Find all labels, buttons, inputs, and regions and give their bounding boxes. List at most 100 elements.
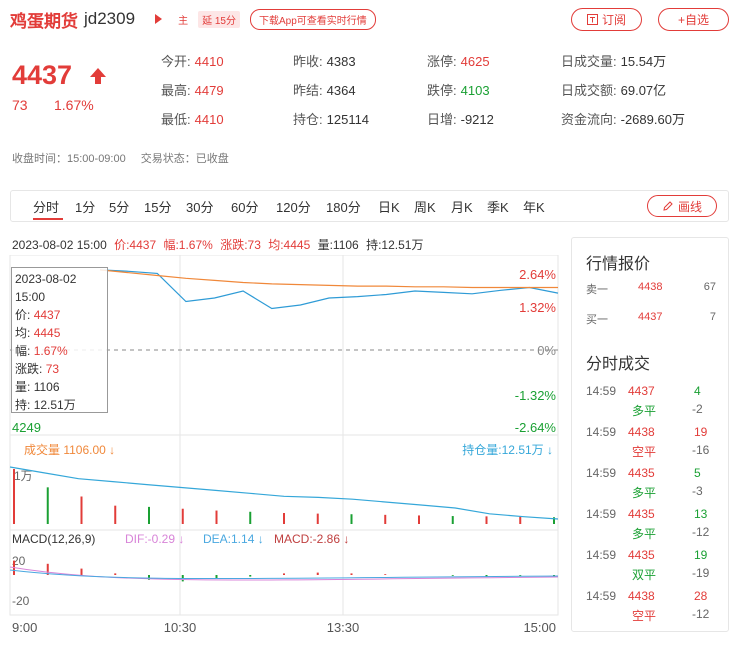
add-watchlist-label: +自选 [677,13,709,27]
x-axis-label: 10:30 [164,620,197,635]
play-icon[interactable] [155,14,163,24]
download-app-link[interactable]: 下载App可查看实时行情 [249,8,376,30]
volume-y-tick: 1万 [14,469,33,483]
tab-period[interactable]: 季K [487,197,509,216]
deal-time: 14:59 [586,589,617,603]
stat-key: 昨收: [293,54,323,69]
x-axis-label: 13:30 [327,620,360,635]
macd-bar [80,568,83,575]
x-axis-label: 15:00 [523,620,556,635]
macd-value: MACD:-2.86 ↓ [274,532,349,546]
ask-volume: 67 [703,281,716,293]
macd-dif: DIF:-0.29 ↓ [125,532,184,546]
deal-price: 4435 [628,507,655,521]
pencil-icon [663,201,673,211]
y-right-tick: -1.32% [515,388,557,403]
stat-item: 日增: -9212 [427,109,494,128]
draw-line-button[interactable]: 画线 [647,195,717,217]
deal-qty: 4 [694,384,701,398]
stat-key: 日成交额: [561,83,617,98]
up-arrow-icon [90,68,106,84]
stat-key: 资金流向: [561,112,617,127]
deal-price: 4435 [628,466,655,480]
deal-qty: 5 [694,466,701,480]
tab-period[interactable]: 月K [451,197,473,216]
draw-line-label: 画线 [677,199,702,214]
info-oi: 持:12.51万 [366,238,424,252]
tab-period[interactable]: 60分 [231,197,258,216]
y-right-tick: 1.32% [519,300,556,315]
tab-period[interactable]: 120分 [276,197,311,216]
stat-value: 4479 [194,83,224,98]
delay-badge: 延 15分 [198,10,240,28]
active-tab-underline [33,218,63,220]
status-row: 收盘时间：15:00-09:00 交易状态：已收盘 [12,150,241,166]
stat-value: 125114 [326,112,370,127]
main-contract-badge: 主 [178,15,189,27]
tooltip-volume: 1106 [33,380,60,394]
deal-row: 14:59 4435 13 多平 -12 [586,507,716,543]
tooltip-change: 73 [45,362,60,376]
tab-period[interactable]: 15分 [144,197,171,216]
tab-period[interactable]: 5分 [109,197,129,216]
deal-type: 空平 [632,609,657,623]
macd-bar [114,573,117,575]
tab-period[interactable]: 1分 [75,197,95,216]
price-change: 73 [12,97,28,113]
deal-price: 4437 [628,384,655,398]
tab-period[interactable]: 30分 [186,197,213,216]
deal-row: 14:59 4438 28 空平 -12 [586,589,716,625]
tab-period[interactable]: 180分 [326,197,361,216]
tooltip-volume-label: 量: [15,380,31,394]
volume-bar [181,508,184,524]
stat-item: 最高: 4479 [161,80,224,99]
deal-row: 14:59 4438 19 空平 -16 [586,425,716,461]
volume-bar [283,513,285,524]
deal-price: 4438 [628,589,655,603]
macd-dea: DEA:1.14 ↓ [203,532,264,546]
stat-key: 日增: [427,112,457,127]
volume-bar [46,487,49,524]
tooltip-amp: 1.67% [33,344,68,358]
tab-period[interactable]: 日K [378,197,400,216]
oi-line [9,466,559,520]
info-price: 价:4437 [114,238,157,252]
instrument-title: 鸡蛋期货 [10,11,78,31]
add-watchlist-button[interactable]: +自选 [658,8,729,31]
last-price: 4437 [12,60,73,90]
deal-time: 14:59 [586,548,617,562]
period-tabs: 画线 分时 1分 5分 15分 30分 60分 120分 180分 日K 周K 月K 季K 年K [10,190,729,222]
tooltip-change-label: 涨跌: [15,362,43,376]
tooltip-oi: 12.51万 [33,398,76,412]
subscribe-button[interactable]: 订阅 [571,8,642,31]
tab-period[interactable]: 年K [523,197,545,216]
deal-row: 14:59 4437 4 多平 -2 [586,384,716,420]
y-left-tick: 4249 [12,420,41,435]
deal-time: 14:59 [586,384,617,398]
chart-info-line: 2023-08-02 15:00 价:4437 幅:1.67% 涨跌:73 均:… [12,236,427,253]
macd-bar [249,575,252,577]
bid-volume: 7 [709,311,716,323]
volume-bar [80,496,83,524]
tooltip-price-label: 价: [15,308,31,322]
bid-row: 买一 4437 7 [586,311,716,327]
volume-bar [418,515,420,524]
tab-period[interactable]: 分时 [33,197,59,216]
stat-key: 涨停: [427,54,457,69]
stat-item: 持仓: 125114 [293,109,369,128]
info-change: 涨跌:73 [220,238,261,252]
deal-time: 14:59 [586,425,617,439]
volume-bar [114,505,117,524]
deal-row: 14:59 4435 19 双平 -19 [586,548,716,584]
macd-bar [316,572,319,575]
macd-title: MACD(12,26,9) [12,532,95,546]
volume-bar [316,513,319,524]
stat-item: 日成交额: 69.07亿 [561,80,666,99]
trading-hours: 收盘时间：15:00-09:00 [12,153,126,165]
deal-delta: -12 [692,607,710,621]
ask-row: 卖一 4438 67 [586,281,716,297]
tab-period[interactable]: 周K [414,197,436,216]
deal-delta: -16 [692,443,710,457]
deal-qty: 28 [694,589,708,603]
price-line [99,269,559,310]
